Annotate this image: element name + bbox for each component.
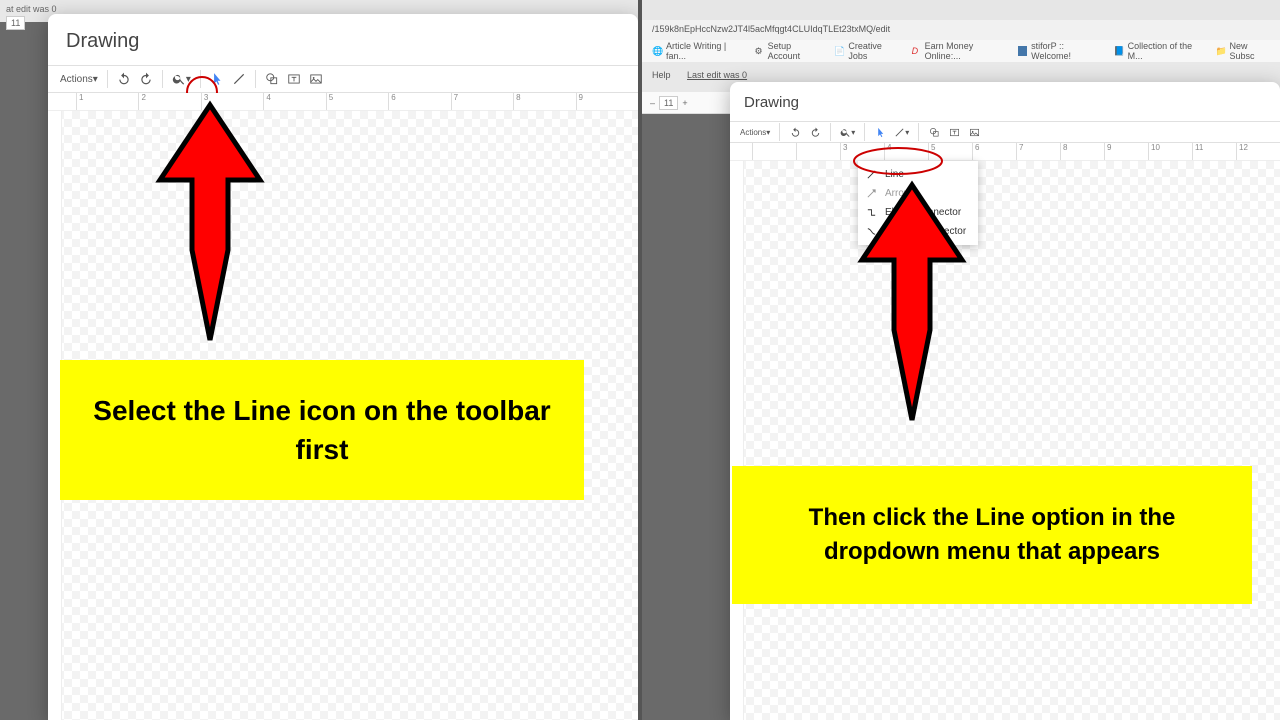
help-menu[interactable]: Help [652,70,671,80]
tutorial-step-right: /159k8nEpHccNzw2JT4l5acMfqgt4CLUIdqTLEt2… [642,0,1280,720]
redo-button[interactable] [137,70,155,88]
bookmark-item[interactable]: 📄Creative Jobs [834,41,897,61]
line-tool-button[interactable] [230,70,248,88]
actions-menu-button[interactable]: Actions ▾ [58,70,100,88]
shape-icon [929,127,940,138]
bookmark-item[interactable]: 📘Collection of the M... [1114,41,1202,61]
textbox-button[interactable] [285,70,303,88]
cursor-icon [875,127,886,138]
horizontal-ruler: 3 4 5 6 7 8 9 10 11 12 [730,143,1280,161]
image-icon [969,127,980,138]
tutorial-step-left: at edit was 0 11 Drawing Actions ▾ ▾ 1 2… [0,0,638,720]
highlight-ellipse [848,144,948,178]
image-button[interactable] [966,123,982,141]
zoom-icon [172,72,186,86]
doc-icon: 📄 [834,46,844,56]
zoom-icon [840,127,851,138]
browser-tabs [642,0,1280,20]
line-tool-button[interactable]: ▾ [892,123,911,141]
select-tool-button[interactable] [872,123,888,141]
square-icon [1018,46,1027,56]
horizontal-ruler: 1 2 3 4 5 6 7 8 9 [48,93,638,111]
vertical-ruler [730,161,744,720]
font-size-value: 11 [6,16,25,30]
redo-button[interactable] [807,123,823,141]
letter-d-icon: D [912,46,921,56]
dialog-title: Drawing [48,14,638,65]
address-bar[interactable]: /159k8nEpHccNzw2JT4l5acMfqgt4CLUIdqTLEt2… [642,20,1280,40]
image-button[interactable] [307,70,325,88]
gear-icon: ⚙ [754,46,763,56]
zoom-button[interactable]: ▾ [838,123,857,141]
bookmark-item[interactable]: ⚙Setup Account [754,41,820,61]
tutorial-callout: Then click the Line option in the dropdo… [732,466,1252,604]
tutorial-arrow [150,100,270,350]
dialog-title: Drawing [730,82,1280,121]
shape-button[interactable] [263,70,281,88]
shape-button[interactable] [926,123,942,141]
tutorial-arrow [852,180,972,430]
tutorial-callout: Select the Line icon on the toolbar firs… [60,360,584,500]
font-size-value[interactable]: 11 [659,96,678,110]
last-edit-link[interactable]: Last edit was 0 [687,70,747,80]
line-icon [894,127,905,138]
textbox-icon [287,72,301,86]
globe-icon: 🌐 [652,46,662,56]
redo-icon [139,72,153,86]
drawing-toolbar: Actions ▾ ▾ [48,65,638,93]
bookmark-item[interactable]: DEarn Money Online:... [912,41,1004,61]
bookmarks-bar: 🌐Article Writing | fan... ⚙Setup Account… [642,40,1280,62]
undo-icon [117,72,131,86]
redo-icon [810,127,821,138]
undo-icon [790,127,801,138]
bookmark-item[interactable]: 🌐Article Writing | fan... [652,41,740,61]
textbox-icon [949,127,960,138]
drawing-dialog: Drawing Actions ▾ ▾ ▾ 3 4 5 6 7 8 [730,82,1280,720]
book-icon: 📘 [1114,46,1124,56]
undo-button[interactable] [115,70,133,88]
folder-icon: 📁 [1216,46,1226,56]
bookmark-item[interactable]: stiforP :: Welcome! [1018,41,1100,61]
bookmark-item[interactable]: 📁New Subsc [1216,41,1270,61]
undo-button[interactable] [787,123,803,141]
image-icon [309,72,323,86]
textbox-button[interactable] [946,123,962,141]
toolbar-plus: + [682,98,687,108]
shape-icon [265,72,279,86]
drawing-canvas[interactable]: Line Arrow Elbow Connector Curved Connec… [730,161,1280,720]
drawing-toolbar: Actions ▾ ▾ ▾ [730,121,1280,143]
line-icon [232,72,246,86]
actions-menu-button[interactable]: Actions ▾ [738,123,772,141]
toolbar-dash: – [650,98,655,108]
